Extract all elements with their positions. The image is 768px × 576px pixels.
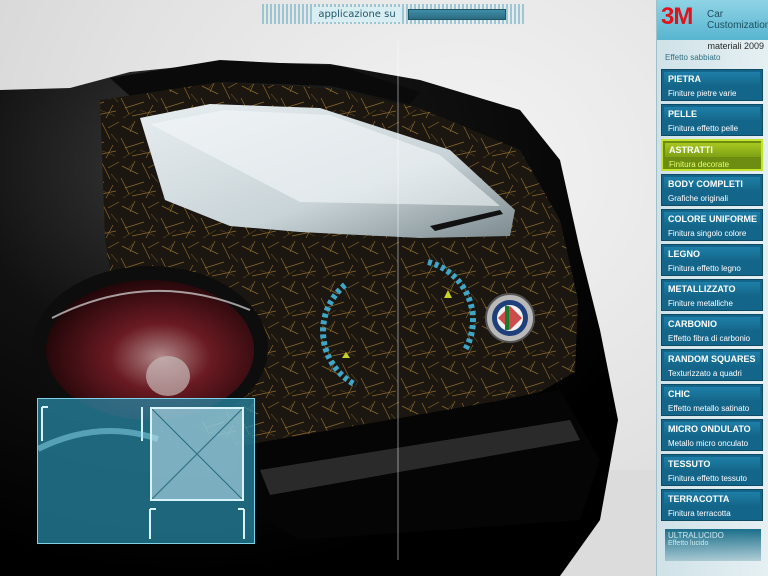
material-item-tessuto[interactable]: TESSUTO Finitura effetto tessuto <box>661 454 763 486</box>
material-item-subtitle: Metallo micro onculato <box>668 439 749 448</box>
material-item-title: ULTRALUCIDO <box>668 531 724 540</box>
material-item-title: MICRO ONDULATO <box>664 422 760 436</box>
material-item-legno[interactable]: LEGNO Finitura effetto legno <box>661 244 763 276</box>
material-item-metallizzato[interactable]: METALLIZZATO Finiture metalliche <box>661 279 763 311</box>
material-item-subtitle: Finitura effetto legno <box>668 264 741 273</box>
texture-preview-panel <box>37 398 255 544</box>
material-item-title: CHIC <box>664 387 760 401</box>
material-item-title: TERRACOTTA <box>664 492 760 506</box>
brand-header: 3M Car Customization <box>657 0 768 40</box>
material-item-title: PELLE <box>664 107 760 121</box>
material-item-astratti[interactable]: ASTRATTI Finitura decorate <box>661 139 763 171</box>
material-item-title: RANDOM SQUARES <box>664 352 760 366</box>
material-item-subtitle: Effetto lucido <box>668 540 709 547</box>
material-item-title: METALLIZZATO <box>664 282 760 296</box>
material-item-subtitle: Finiture metalliche <box>668 299 733 308</box>
material-item-terracotta[interactable]: TERRACOTTA Finitura terracotta <box>661 489 763 521</box>
application-toolbar: applicazione su <box>262 4 526 24</box>
material-item-title: TESSUTO <box>664 457 760 471</box>
texture-thumbnail[interactable] <box>150 407 244 501</box>
brand-line-2: Customization <box>707 20 768 31</box>
material-item-pietra[interactable]: PIETRA Finiture pietre varie <box>661 69 763 101</box>
material-item-pelle[interactable]: PELLE Finitura effetto pelle <box>661 104 763 136</box>
material-item-chic[interactable]: CHIC Effetto metallo satinato <box>661 384 763 416</box>
apply-progress-bar[interactable] <box>408 9 506 20</box>
material-item-partial-top[interactable]: Effetto sabbiato <box>665 53 761 62</box>
material-item-partial-bottom[interactable]: ULTRALUCIDO Effetto lucido <box>665 529 761 561</box>
material-item-title: COLORE UNIFORME <box>664 212 760 226</box>
material-item-subtitle: Finitura effetto tessuto <box>668 474 748 483</box>
material-item-subtitle: Grafiche originali <box>668 194 729 203</box>
brand-title: Car Customization <box>707 9 768 31</box>
car-3d-viewport[interactable]: applicazione su <box>0 0 658 576</box>
material-item-title: CARBONIO <box>664 317 760 331</box>
empty-thumbnail-icon <box>152 409 242 499</box>
3m-logo: 3M <box>661 3 693 30</box>
material-item-subtitle: Finitura terracotta <box>668 509 731 518</box>
material-item-title: ASTRATTI <box>665 143 761 157</box>
material-item-title: PIETRA <box>664 72 760 86</box>
apply-to-label: applicazione su <box>312 7 402 22</box>
material-item-colore-uniforme[interactable]: COLORE UNIFORME Finitura singolo colore <box>661 209 763 241</box>
materials-year-label: materiali 2009 <box>707 41 764 51</box>
material-item-micro-ondulato[interactable]: MICRO ONDULATO Metallo micro onculato <box>661 419 763 451</box>
material-item-carbonio[interactable]: CARBONIO Effetto fibra di carbonio <box>661 314 763 346</box>
material-item-subtitle: Finiture pietre varie <box>668 89 737 98</box>
material-item-random-squares[interactable]: RANDOM SQUARES Texturizzato a quadri <box>661 349 763 381</box>
material-item-title: BODY COMPLETI <box>664 177 760 191</box>
material-item-subtitle: Effetto metallo satinato <box>668 404 750 413</box>
brand-line-1: Car <box>707 9 724 20</box>
material-item-subtitle: Finitura singolo colore <box>668 229 747 238</box>
material-item-subtitle: Finitura decorate <box>669 160 730 169</box>
material-item-subtitle: Finitura effetto pelle <box>668 124 739 133</box>
material-item-subtitle: Effetto fibra di carbonio <box>668 334 751 343</box>
material-item-body-completi[interactable]: BODY COMPLETI Grafiche originali <box>661 174 763 206</box>
material-item-subtitle: Texturizzato a quadri <box>668 369 742 378</box>
material-item-title: LEGNO <box>664 247 760 261</box>
